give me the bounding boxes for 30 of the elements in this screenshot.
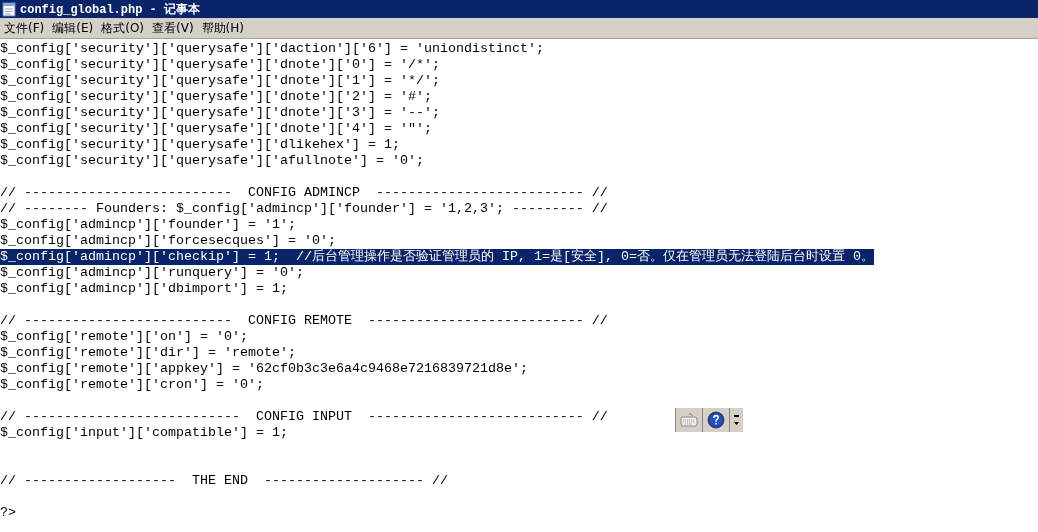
code-line: $_config['security']['querysafe']['dnote']['4'] = '"'; [0,121,432,137]
window-title: config_global.php - 记事本 [20,1,201,18]
code-line: $_config['admincp']['founder'] = '1'; [0,217,296,233]
code-line: $_config['security']['querysafe']['dnote']['0'] = '/*'; [0,57,440,73]
code-line: // -------------------------- CONFIG REMOTE --------------------------- // [0,313,608,329]
notepad-icon [2,1,16,17]
code-line: $_config['security']['querysafe']['afullnote'] = '0'; [0,153,424,169]
code-line: // ------------------- THE END -------------------- // [0,473,448,489]
code-line: $_config['remote']['dir'] = 'remote'; [0,345,296,361]
code-line: ?> [0,505,16,521]
menu-item[interactable]: 帮助(H) [199,19,250,37]
code-line: $_config['admincp']['dbimport'] = 1; [0,281,288,297]
code-line: $_config['security']['querysafe']['dnote']['3'] = '--'; [0,105,440,121]
code-line: $_config['security']['querysafe']['dlikehex'] = 1; [0,137,400,153]
code-line: $_config['remote']['appkey'] = '62cf0b3c3e6a4c9468e7216839721d8e'; [0,361,528,377]
code-line: $_config['security']['querysafe']['daction']['6'] = 'uniondistinct'; [0,41,544,57]
code-line: $_config['input']['compatible'] = 1; [0,425,288,441]
menu-item[interactable]: 格式(O) [99,19,151,37]
code-line: $_config['remote']['cron'] = '0'; [0,377,264,393]
code-line: $_config['admincp']['runquery'] = '0'; [0,265,304,281]
code-line: $_config['remote']['on'] = '0'; [0,329,248,345]
menu-item[interactable]: 编辑(E) [50,19,100,37]
code-line: $_config['admincp']['forcesecques'] = '0'; [0,233,336,249]
code-line: // -------- Founders: $_config['admincp']['founder'] = '1,2,3'; --------- // [0,201,608,217]
code-line: // --------------------------- CONFIG INPUT --------------------------- // [0,409,608,425]
code-line: $_config['security']['querysafe']['dnote']['2'] = '#'; [0,89,432,105]
menu-item[interactable]: 文件(F) [2,19,51,37]
code-line: // -------------------------- CONFIG ADMINCP -------------------------- // [0,185,608,201]
menu-item[interactable]: 查看(V) [150,19,200,37]
code-line: $_config['security']['querysafe']['dnote']['1'] = '*/'; [0,73,440,89]
